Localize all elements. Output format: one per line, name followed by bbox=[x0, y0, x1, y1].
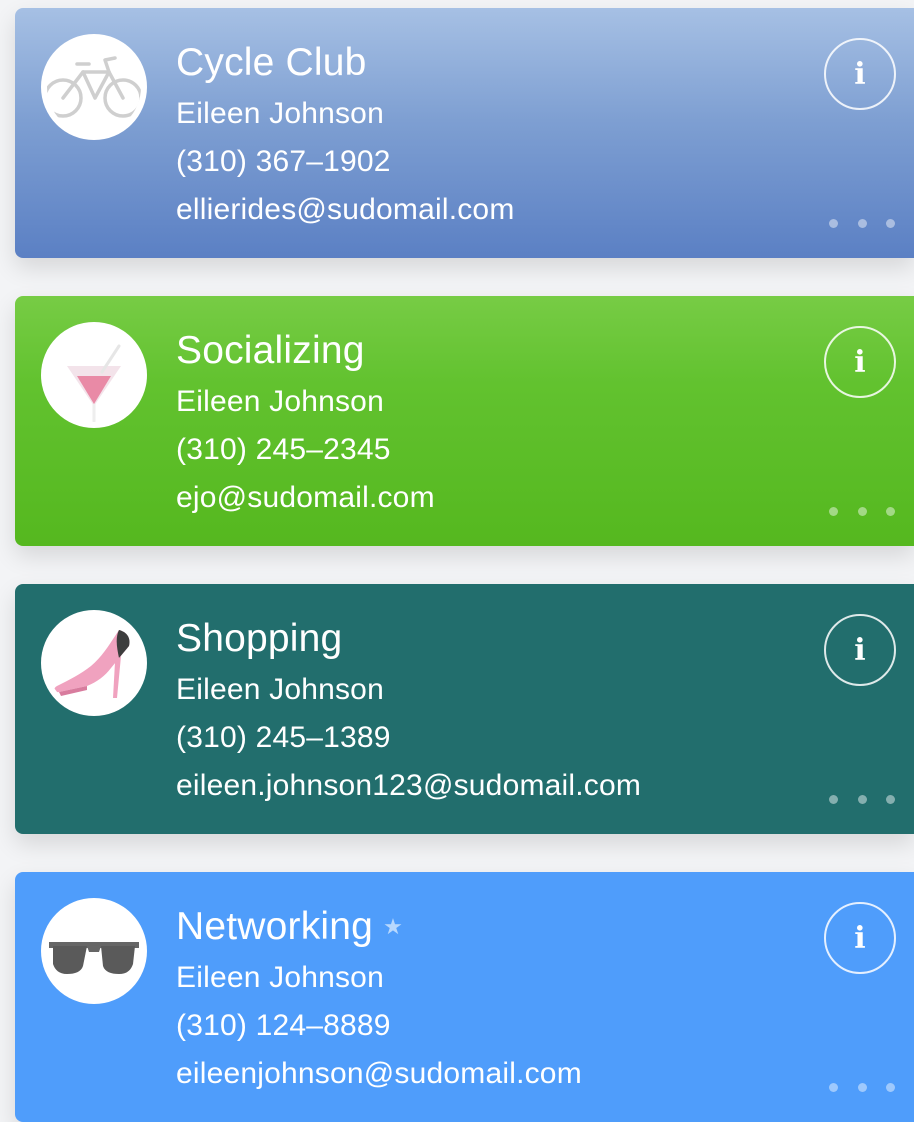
info-button[interactable]: i bbox=[824, 614, 896, 686]
bicycle-icon bbox=[47, 56, 141, 118]
contact-card-shopping[interactable]: Shopping Eileen Johnson (310) 245–1389 e… bbox=[15, 584, 914, 834]
contact-phone[interactable]: (310) 245–2345 bbox=[176, 426, 435, 474]
info-button[interactable]: i bbox=[824, 38, 896, 110]
cocktail-icon bbox=[67, 344, 121, 422]
star-icon: ★ bbox=[383, 914, 403, 939]
high-heel-icon bbox=[54, 630, 130, 698]
contact-phone[interactable]: (310) 124–8889 bbox=[176, 1002, 582, 1050]
avatar bbox=[41, 34, 147, 140]
card-title: Socializing bbox=[176, 329, 365, 372]
contact-email[interactable]: eileen.johnson123@sudomail.com bbox=[176, 762, 641, 810]
contact-phone[interactable]: (310) 245–1389 bbox=[176, 714, 641, 762]
avatar bbox=[41, 898, 147, 1004]
contact-card-cycle-club[interactable]: Cycle Club Eileen Johnson (310) 367–1902… bbox=[15, 8, 914, 258]
info-button[interactable]: i bbox=[824, 902, 896, 974]
ellipsis-icon[interactable] bbox=[829, 501, 895, 521]
avatar bbox=[41, 322, 147, 428]
contact-card-networking[interactable]: Networking ★ Eileen Johnson (310) 124–88… bbox=[15, 872, 914, 1122]
contact-phone[interactable]: (310) 367–1902 bbox=[176, 138, 515, 186]
card-title: Cycle Club bbox=[176, 41, 367, 84]
ellipsis-icon[interactable] bbox=[829, 1077, 895, 1097]
contact-name: Eileen Johnson bbox=[176, 97, 384, 130]
card-title: Shopping bbox=[176, 617, 343, 660]
contact-name: Eileen Johnson bbox=[176, 673, 384, 706]
avatar bbox=[41, 610, 147, 716]
contact-email[interactable]: ellierides@sudomail.com bbox=[176, 186, 515, 234]
contact-email[interactable]: eileenjohnson@sudomail.com bbox=[176, 1050, 582, 1098]
sunglasses-icon bbox=[49, 942, 139, 974]
info-button[interactable]: i bbox=[824, 326, 896, 398]
contact-name: Eileen Johnson bbox=[176, 961, 384, 994]
contact-card-socializing[interactable]: Socializing Eileen Johnson (310) 245–234… bbox=[15, 296, 914, 546]
card-title: Networking bbox=[176, 905, 374, 948]
contact-name: Eileen Johnson bbox=[176, 385, 384, 418]
ellipsis-icon[interactable] bbox=[829, 213, 895, 233]
ellipsis-icon[interactable] bbox=[829, 789, 895, 809]
contact-email[interactable]: ejo@sudomail.com bbox=[176, 474, 435, 522]
